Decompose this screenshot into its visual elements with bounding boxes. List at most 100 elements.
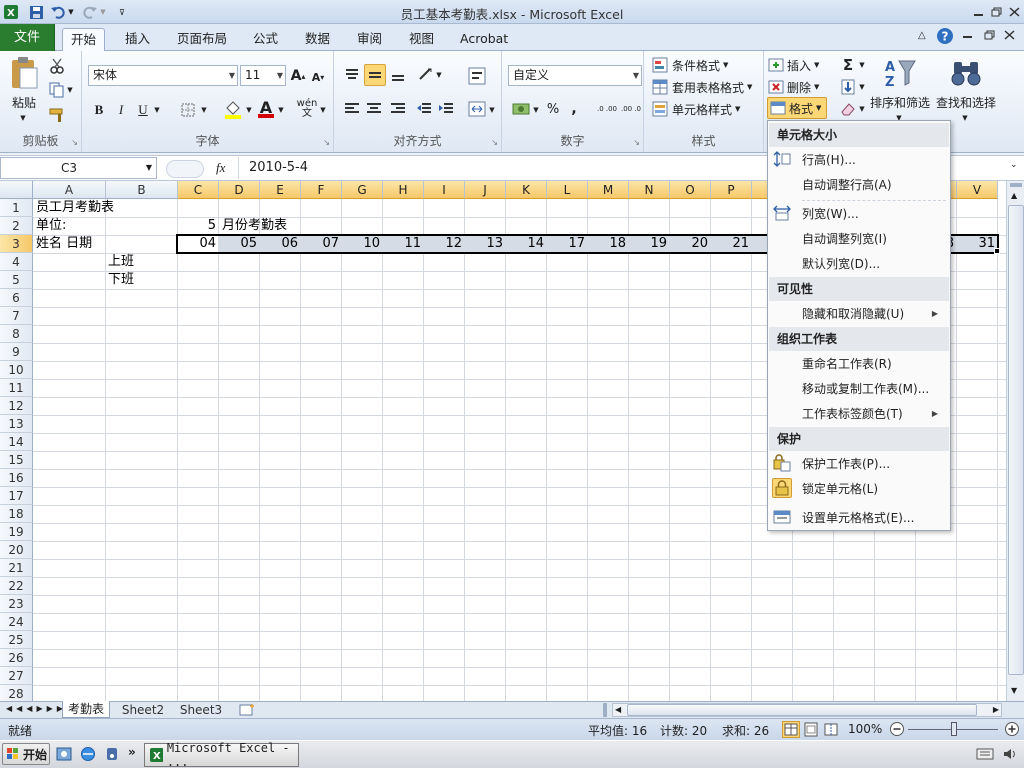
select-all-corner[interactable] (0, 181, 33, 199)
percent-button[interactable]: % (544, 99, 562, 119)
sheet-tab[interactable]: Sheet3 (176, 702, 226, 718)
align-center-icon[interactable] (364, 99, 384, 119)
copy-dropdown-icon[interactable]: ▼ (66, 85, 74, 95)
cell-b5[interactable]: 下班 (108, 271, 134, 289)
cell-p3[interactable]: 21 (711, 235, 752, 253)
sheet-nav-arrows-icon[interactable]: ◀◀◀▶▶▶ (6, 704, 67, 713)
tab-page-layout[interactable]: 页面布局 (169, 28, 235, 51)
cell-g3[interactable]: 10 (342, 235, 383, 253)
orientation-icon[interactable] (416, 65, 436, 85)
page-break-view-icon[interactable] (823, 722, 839, 737)
row-header[interactable]: 4 (0, 253, 33, 271)
row-header[interactable]: 19 (0, 523, 33, 541)
tab-file[interactable]: 文件 (0, 24, 55, 51)
alignment-launcher-icon[interactable]: ↘ (491, 138, 498, 147)
row-header[interactable]: 8 (0, 325, 33, 343)
scroll-right-icon[interactable]: ▶ (993, 705, 999, 714)
format-as-table-button[interactable]: 套用表格格式 ▼ (652, 77, 764, 97)
cell-o3[interactable]: 20 (670, 235, 711, 253)
zoom-in-icon[interactable] (1004, 721, 1020, 737)
row-header[interactable]: 22 (0, 577, 33, 595)
taskbar-excel-window[interactable]: X Microsoft Excel - ... (144, 741, 299, 768)
cell-a2[interactable]: 单位: (36, 217, 66, 235)
menu-row-height[interactable]: 行高(H)... (802, 149, 856, 171)
row-header[interactable]: 21 (0, 559, 33, 577)
horizontal-scrollbar[interactable]: ◀ ▶ (612, 703, 1002, 717)
clear-icon[interactable] (838, 99, 858, 119)
menu-hide-unhide[interactable]: 隐藏和取消隐藏(U) ▶ (802, 303, 946, 325)
menu-format-cells[interactable]: 设置单元格格式(E)... (802, 507, 914, 529)
paste-button[interactable]: 粘贴 (6, 93, 42, 111)
column-header-k[interactable]: K (506, 181, 547, 199)
normal-view-icon[interactable] (782, 721, 800, 738)
scroll-up-icon[interactable]: ▲ (1011, 191, 1017, 200)
binoculars-icon[interactable] (946, 55, 986, 91)
merge-center-icon[interactable] (466, 99, 488, 119)
column-header-g[interactable]: G (342, 181, 383, 199)
font-color-dropdown-icon[interactable]: ▼ (276, 104, 286, 116)
quicklaunch-app-icon[interactable] (56, 746, 72, 762)
phonetic-icon[interactable]: wén 文 (296, 98, 318, 120)
increase-indent-icon[interactable] (436, 99, 456, 119)
cell-d2[interactable]: 月份考勤表 (222, 217, 287, 235)
row-header[interactable]: 3 (0, 235, 33, 253)
align-top-icon[interactable] (342, 65, 362, 85)
column-header-m[interactable]: M (588, 181, 629, 199)
menu-rename-sheet[interactable]: 重命名工作表(R) (802, 353, 892, 375)
cell-k3[interactable]: 14 (506, 235, 547, 253)
insert-function-button[interactable]: fx (216, 160, 225, 176)
clear-dropdown-icon[interactable]: ▼ (858, 103, 866, 115)
column-header-o[interactable]: O (670, 181, 711, 199)
column-header-a[interactable]: A (33, 181, 106, 199)
border-icon[interactable] (178, 100, 198, 120)
decrease-decimal-button[interactable]: .00 .0 (620, 98, 642, 120)
increase-decimal-button[interactable]: .0 .00 (596, 98, 618, 120)
zoom-slider-thumb[interactable] (951, 722, 957, 736)
keyboard-icon[interactable] (976, 748, 994, 760)
cell-b4[interactable]: 上班 (108, 253, 134, 271)
scroll-down-icon[interactable]: ▼ (1011, 686, 1017, 695)
horizontal-scroll-thumb[interactable] (627, 704, 977, 716)
border-dropdown-icon[interactable]: ▼ (199, 104, 209, 116)
tab-home[interactable]: 开始 (62, 28, 106, 52)
expand-formula-bar-icon[interactable]: ⌄ (1010, 160, 1018, 170)
row-header[interactable]: 2 (0, 217, 33, 235)
align-middle-icon[interactable] (364, 64, 386, 86)
row-header[interactable]: 13 (0, 415, 33, 433)
menu-default-width[interactable]: 默认列宽(D)... (802, 253, 880, 275)
cell-v3[interactable]: 31 (957, 235, 998, 253)
find-dropdown-icon[interactable]: ▼ (960, 113, 970, 123)
phonetic-dropdown-icon[interactable]: ▼ (318, 104, 328, 116)
cell-l3[interactable]: 17 (547, 235, 588, 253)
tab-formulas[interactable]: 公式 (245, 28, 286, 51)
column-header-c[interactable]: C (178, 181, 219, 199)
doc-minimize-icon[interactable] (962, 30, 974, 40)
autosum-dropdown-icon[interactable]: ▼ (858, 59, 866, 71)
column-header-j[interactable]: J (465, 181, 506, 199)
name-box[interactable]: C3 ▼ (0, 157, 157, 179)
cell-m3[interactable]: 18 (588, 235, 629, 253)
cell-styles-button[interactable]: 单元格样式 ▼ (652, 99, 762, 119)
cell-c3[interactable]: 04 (178, 235, 219, 253)
font-launcher-icon[interactable]: ↘ (323, 138, 330, 147)
cell-e3[interactable]: 06 (260, 235, 301, 253)
column-header-e[interactable]: E (260, 181, 301, 199)
cell-h3[interactable]: 11 (383, 235, 424, 253)
row-header[interactable]: 6 (0, 289, 33, 307)
tab-review[interactable]: 审阅 (349, 28, 390, 51)
conditional-format-button[interactable]: 条件格式 ▼ (652, 55, 762, 75)
cell-n3[interactable]: 19 (629, 235, 670, 253)
close-icon[interactable] (1004, 3, 1024, 20)
menu-protect-sheet[interactable]: 保护工作表(P)... (802, 453, 890, 475)
column-header-b[interactable]: B (106, 181, 178, 199)
sort-filter-button[interactable]: 排序和筛选 (868, 93, 932, 111)
row-header[interactable]: 24 (0, 613, 33, 631)
font-color-icon[interactable]: A (256, 97, 276, 119)
sheet-tab-active[interactable]: 考勤表 (62, 701, 110, 718)
clipboard-launcher-icon[interactable]: ↘ (71, 138, 78, 147)
insert-sheet-icon[interactable] (238, 703, 256, 717)
row-header[interactable]: 18 (0, 505, 33, 523)
cell-f3[interactable]: 07 (301, 235, 342, 253)
align-left-icon[interactable] (342, 99, 362, 119)
fill-icon[interactable] (838, 77, 858, 97)
